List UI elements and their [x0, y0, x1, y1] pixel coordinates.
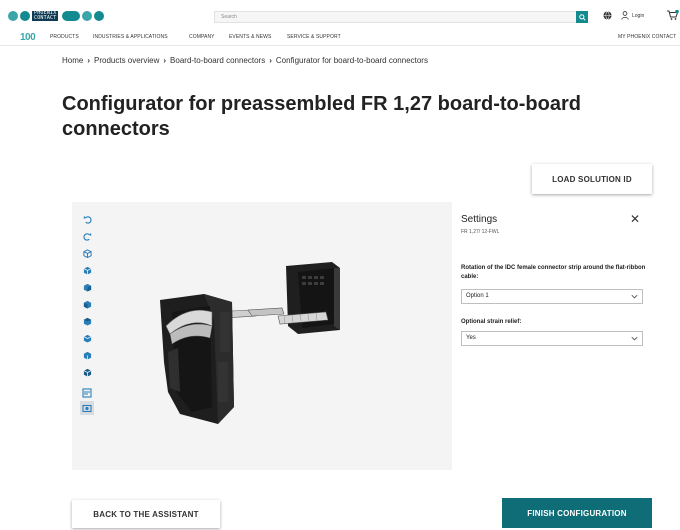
page-title: Configurator for preassembled FR 1,27 bo… — [62, 93, 581, 140]
login-label: Login — [632, 12, 645, 19]
chevron-down-icon — [631, 294, 638, 299]
breadcrumb-board-to-board[interactable]: Board-to-board connectors — [170, 56, 265, 65]
main-nav: 100 PRODUCTS INDUSTRIES & APPLICATIONS C… — [0, 30, 680, 46]
logo-dot — [94, 11, 105, 21]
search-bar[interactable]: Search — [214, 11, 588, 23]
settings-panel: Settings FR 1,27/ 12-FWL ✕ Rotation of t… — [452, 202, 650, 470]
logo-dot — [8, 11, 18, 21]
breadcrumb-products-overview[interactable]: Products overview — [94, 56, 159, 65]
breadcrumb: Home › Products overview › Board-to-boar… — [62, 56, 428, 65]
logo-dot — [20, 11, 30, 21]
nav-item-industries[interactable]: INDUSTRIES & APPLICATIONS — [93, 34, 168, 40]
strain-relief-select[interactable]: Yes — [461, 331, 643, 346]
load-solution-button[interactable]: LOAD SOLUTION ID — [532, 164, 652, 194]
close-icon[interactable]: ✕ — [628, 212, 642, 226]
breadcrumb-home[interactable]: Home — [62, 56, 83, 65]
user-icon — [621, 11, 629, 20]
strain-relief-label: Optional strain relief: — [461, 319, 522, 325]
connector-model[interactable] — [72, 202, 452, 470]
strain-relief-value: Yes — [466, 335, 476, 341]
nav-item-products[interactable]: PRODUCTS — [50, 34, 79, 40]
search-icon — [578, 13, 586, 21]
cart-button[interactable] — [667, 10, 679, 20]
cart-icon — [667, 10, 679, 20]
login-button[interactable]: Login — [621, 11, 644, 20]
logo-dot — [82, 11, 93, 21]
globe-icon — [603, 11, 612, 20]
chevron-down-icon — [631, 336, 638, 341]
search-input[interactable]: Search — [221, 12, 237, 22]
nav-item-company[interactable]: COMPANY — [189, 34, 215, 40]
nav-item-events[interactable]: EVENTS & NEWS — [229, 34, 271, 40]
brand-wordmark: PHOENIX CONTACT — [32, 10, 59, 21]
chevron-right-icon: › — [163, 56, 167, 65]
my-account-link[interactable]: MY PHOENIX CONTACT — [618, 34, 676, 40]
rotation-label: Rotation of the IDC female connector str… — [461, 265, 646, 280]
logo-pill — [62, 11, 81, 21]
brand-logo[interactable]: PHOENIX CONTACT — [8, 9, 105, 23]
anniversary-logo[interactable]: 100 — [20, 32, 36, 43]
back-to-assistant-button[interactable]: BACK TO THE ASSISTANT — [72, 500, 220, 528]
rotation-value: Option 1 — [466, 293, 489, 299]
settings-title: Settings — [461, 214, 498, 225]
search-button[interactable] — [576, 11, 588, 23]
3d-viewer[interactable] — [72, 202, 452, 470]
product-code: FR 1,27/ 12-FWL — [461, 229, 500, 235]
chevron-right-icon: › — [87, 56, 91, 65]
language-button[interactable] — [603, 11, 612, 20]
top-header: PHOENIX CONTACT Search Login — [0, 0, 680, 30]
rotation-select[interactable]: Option 1 — [461, 289, 643, 304]
finish-configuration-button[interactable]: FINISH CONFIGURATION — [502, 498, 652, 528]
chevron-right-icon: › — [269, 56, 272, 65]
breadcrumb-current: Configurator for board-to-board connecto… — [275, 56, 428, 65]
nav-item-service[interactable]: SERVICE & SUPPORT — [287, 34, 341, 40]
